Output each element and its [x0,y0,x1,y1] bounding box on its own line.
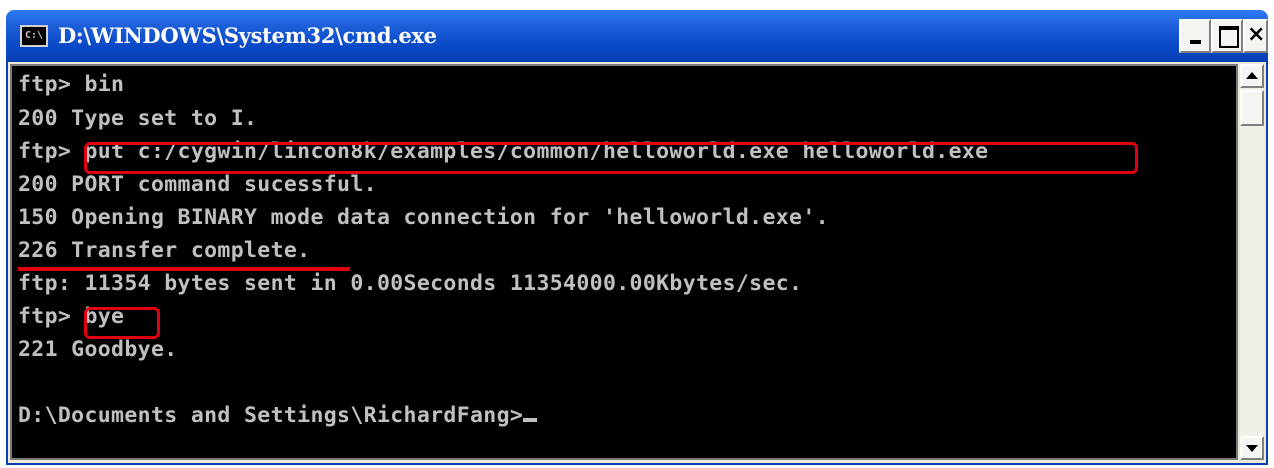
highlight-box-bye [84,307,160,339]
text-cursor [523,418,538,422]
prompt-text: D:\Documents and Settings\RichardFang> [18,403,524,428]
highlight-underline-transfer-complete [18,267,350,271]
prompt-line[interactable]: D:\Documents and Settings\RichardFang> [18,403,538,428]
title-bar[interactable]: C:\ D:\WINDOWS\System32\cmd.exe × [6,10,1268,62]
window-title: D:\WINDOWS\System32\cmd.exe [58,23,437,48]
console-line: ftp: 11354 bytes sent in 0.00Seconds 113… [18,271,803,296]
scroll-thumb[interactable] [1240,90,1264,126]
console-line: 200 PORT command sucessful. [18,172,377,197]
cmd-window: C:\ D:\WINDOWS\System32\cmd.exe × ftp> b… [0,0,1274,468]
close-icon: × [1247,22,1266,47]
scroll-down-button[interactable] [1240,436,1264,460]
console-line: ftp> bin [18,72,125,97]
close-button[interactable]: × [1243,19,1268,53]
console-line: 150 Opening BINARY mode data connection … [18,205,829,230]
maximize-button[interactable] [1211,19,1243,53]
vertical-scrollbar[interactable] [1240,64,1264,460]
minimize-button[interactable] [1179,19,1211,53]
cmd-icon[interactable]: C:\ [20,25,48,47]
console-line: 200 Type set to I. [18,106,258,131]
console-frame: ftp> bin 200 Type set to I. ftp> put c:/… [6,62,1268,465]
console-line: 226 Transfer complete. [18,238,311,263]
highlight-box-put-command [84,142,1138,174]
console-line: 221 Goodbye. [18,337,178,362]
console-output[interactable]: ftp> bin 200 Type set to I. ftp> put c:/… [10,64,1238,460]
scroll-up-button[interactable] [1240,64,1264,88]
